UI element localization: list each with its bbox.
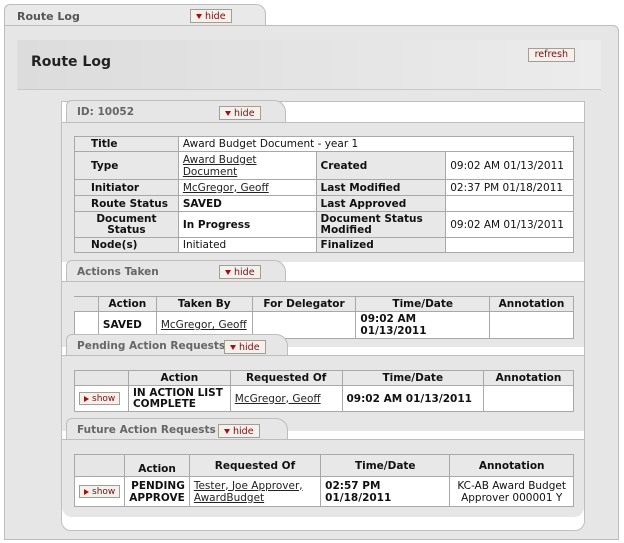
table-row: show PENDING APPROVE Tester, Joe Approve… [73,476,574,507]
annotation-cell: KC-AB Award Budget Approver 000001 Y [449,476,574,507]
taken-by-link[interactable]: McGregor, Geoff [161,319,247,331]
actions-taken-title: Actions Taken [77,266,159,278]
route-log-tab-title: Route Log [17,10,80,23]
show-label: show [92,393,116,404]
hide-label: hide [234,266,255,278]
nodes-label: Node(s) [74,237,179,253]
requested-of-link[interactable]: McGregor, Geoff [235,393,321,405]
actions-taken-table: Action Taken By For Delegator Time/Date … [74,296,574,339]
annotation-cell [483,385,574,412]
hide-label: hide [233,425,254,437]
future-action-requests-table: Action Requested Of Time/Date Annotation… [73,454,574,507]
page-title: Route Log [31,54,111,70]
action-header: Action [97,296,157,312]
last-approved-value [445,195,574,212]
document-status-modified-value: 09:02 AM 01/13/2011 [445,211,574,238]
route-log-hide-button[interactable]: hide [190,9,232,23]
triangle-down-icon [230,344,236,350]
last-modified-value: 02:37 PM 01/18/2011 [445,179,574,196]
title-value: Award Budget Document - year 1 [177,136,575,152]
finalized-label: Finalized [315,237,447,253]
spacer-header [74,370,129,386]
route-log-tab: Route Log hide [4,4,266,26]
hide-label: hide [234,107,255,119]
type-label: Type [74,151,179,180]
future-action-requests-title: Future Action Requests [77,424,216,436]
document-status-label: Document Status [74,211,179,238]
pending-action-requests-table: Action Requested Of Time/Date Annotation… [74,370,574,412]
triangle-down-icon [225,110,231,116]
initiator-label: Initiator [74,179,179,196]
pending-show-button[interactable]: show [79,392,121,405]
hide-label: hide [239,341,260,353]
created-value: 09:02 AM 01/13/2011 [445,151,574,180]
title-label: Title [74,136,179,152]
table-row: show IN ACTION LIST COMPLETE McGregor, G… [74,385,574,412]
time-date-cell: 09:02 AM 01/13/2011 [355,311,491,339]
nodes-value: Initiated [177,237,317,253]
action-cell: IN ACTION LIST COMPLETE [127,385,231,412]
time-date-cell: 09:02 AM 01/13/2011 [341,385,485,412]
action-header: Action [127,370,231,386]
refresh-button[interactable]: refresh [527,48,575,62]
last-modified-label: Last Modified [315,179,447,196]
route-status-label: Route Status [74,195,179,212]
created-label: Created [315,151,447,180]
document-status-value: In Progress [177,211,317,238]
triangle-right-icon [84,488,89,495]
annotation-header: Annotation [449,454,574,477]
future-hide-button[interactable]: hide [218,424,260,438]
initiator-link[interactable]: McGregor, Geoff [183,182,269,194]
document-id: ID: 10052 [77,106,135,118]
actions-taken-hide-button[interactable]: hide [219,265,261,279]
document-id-tab: ID: 10052 hide [66,100,286,122]
requested-of-link[interactable]: Tester, Joe Approver, AwardBudget [194,480,303,504]
spacer-header [73,454,126,477]
route-log-panel: Route Log refresh ID: 10052 hide Title A… [4,25,619,540]
triangle-down-icon [224,428,230,434]
time-date-header: Time/Date [355,296,491,312]
annotation-header: Annotation [489,296,574,312]
time-date-header: Time/Date [320,454,451,477]
future-show-button[interactable]: show [79,485,121,498]
action-header: Action [124,454,190,477]
requested-of-header: Requested Of [188,454,322,477]
pending-hide-button[interactable]: hide [224,340,266,354]
annotation-cell [489,311,574,339]
pending-action-requests-tab: Pending Action Requests hide [66,334,288,356]
document-route-section: ID: 10052 hide Title Award Budget Docume… [61,100,585,531]
actions-taken-tab: Actions Taken hide [66,260,286,282]
delegator-header: For Delegator [251,296,357,312]
action-cell: PENDING APPROVE [124,476,190,507]
triangle-down-icon [225,269,231,275]
requested-of-header: Requested Of [229,370,343,386]
pending-action-requests-title: Pending Action Requests [77,340,226,352]
time-date-cell: 02:57 PM 01/18/2011 [320,476,451,507]
type-link[interactable]: Award Budget Document [183,154,257,178]
document-status-modified-label: Document Status Modified [315,211,447,238]
last-approved-label: Last Approved [315,195,447,212]
show-label: show [92,486,116,497]
route-log-header: Route Log refresh [17,40,601,90]
future-action-requests-tab: Future Action Requests hide [66,418,288,440]
time-date-header: Time/Date [341,370,485,386]
hide-label: hide [205,10,226,22]
finalized-value [445,237,574,253]
document-info-table: Title Award Budget Document - year 1 Typ… [74,136,575,253]
route-status-value: SAVED [177,195,317,212]
triangle-right-icon [84,395,89,402]
document-hide-button[interactable]: hide [219,106,261,120]
spacer-header [74,296,99,312]
triangle-down-icon [196,13,202,19]
taken-by-header: Taken By [155,296,253,312]
annotation-header: Annotation [483,370,574,386]
